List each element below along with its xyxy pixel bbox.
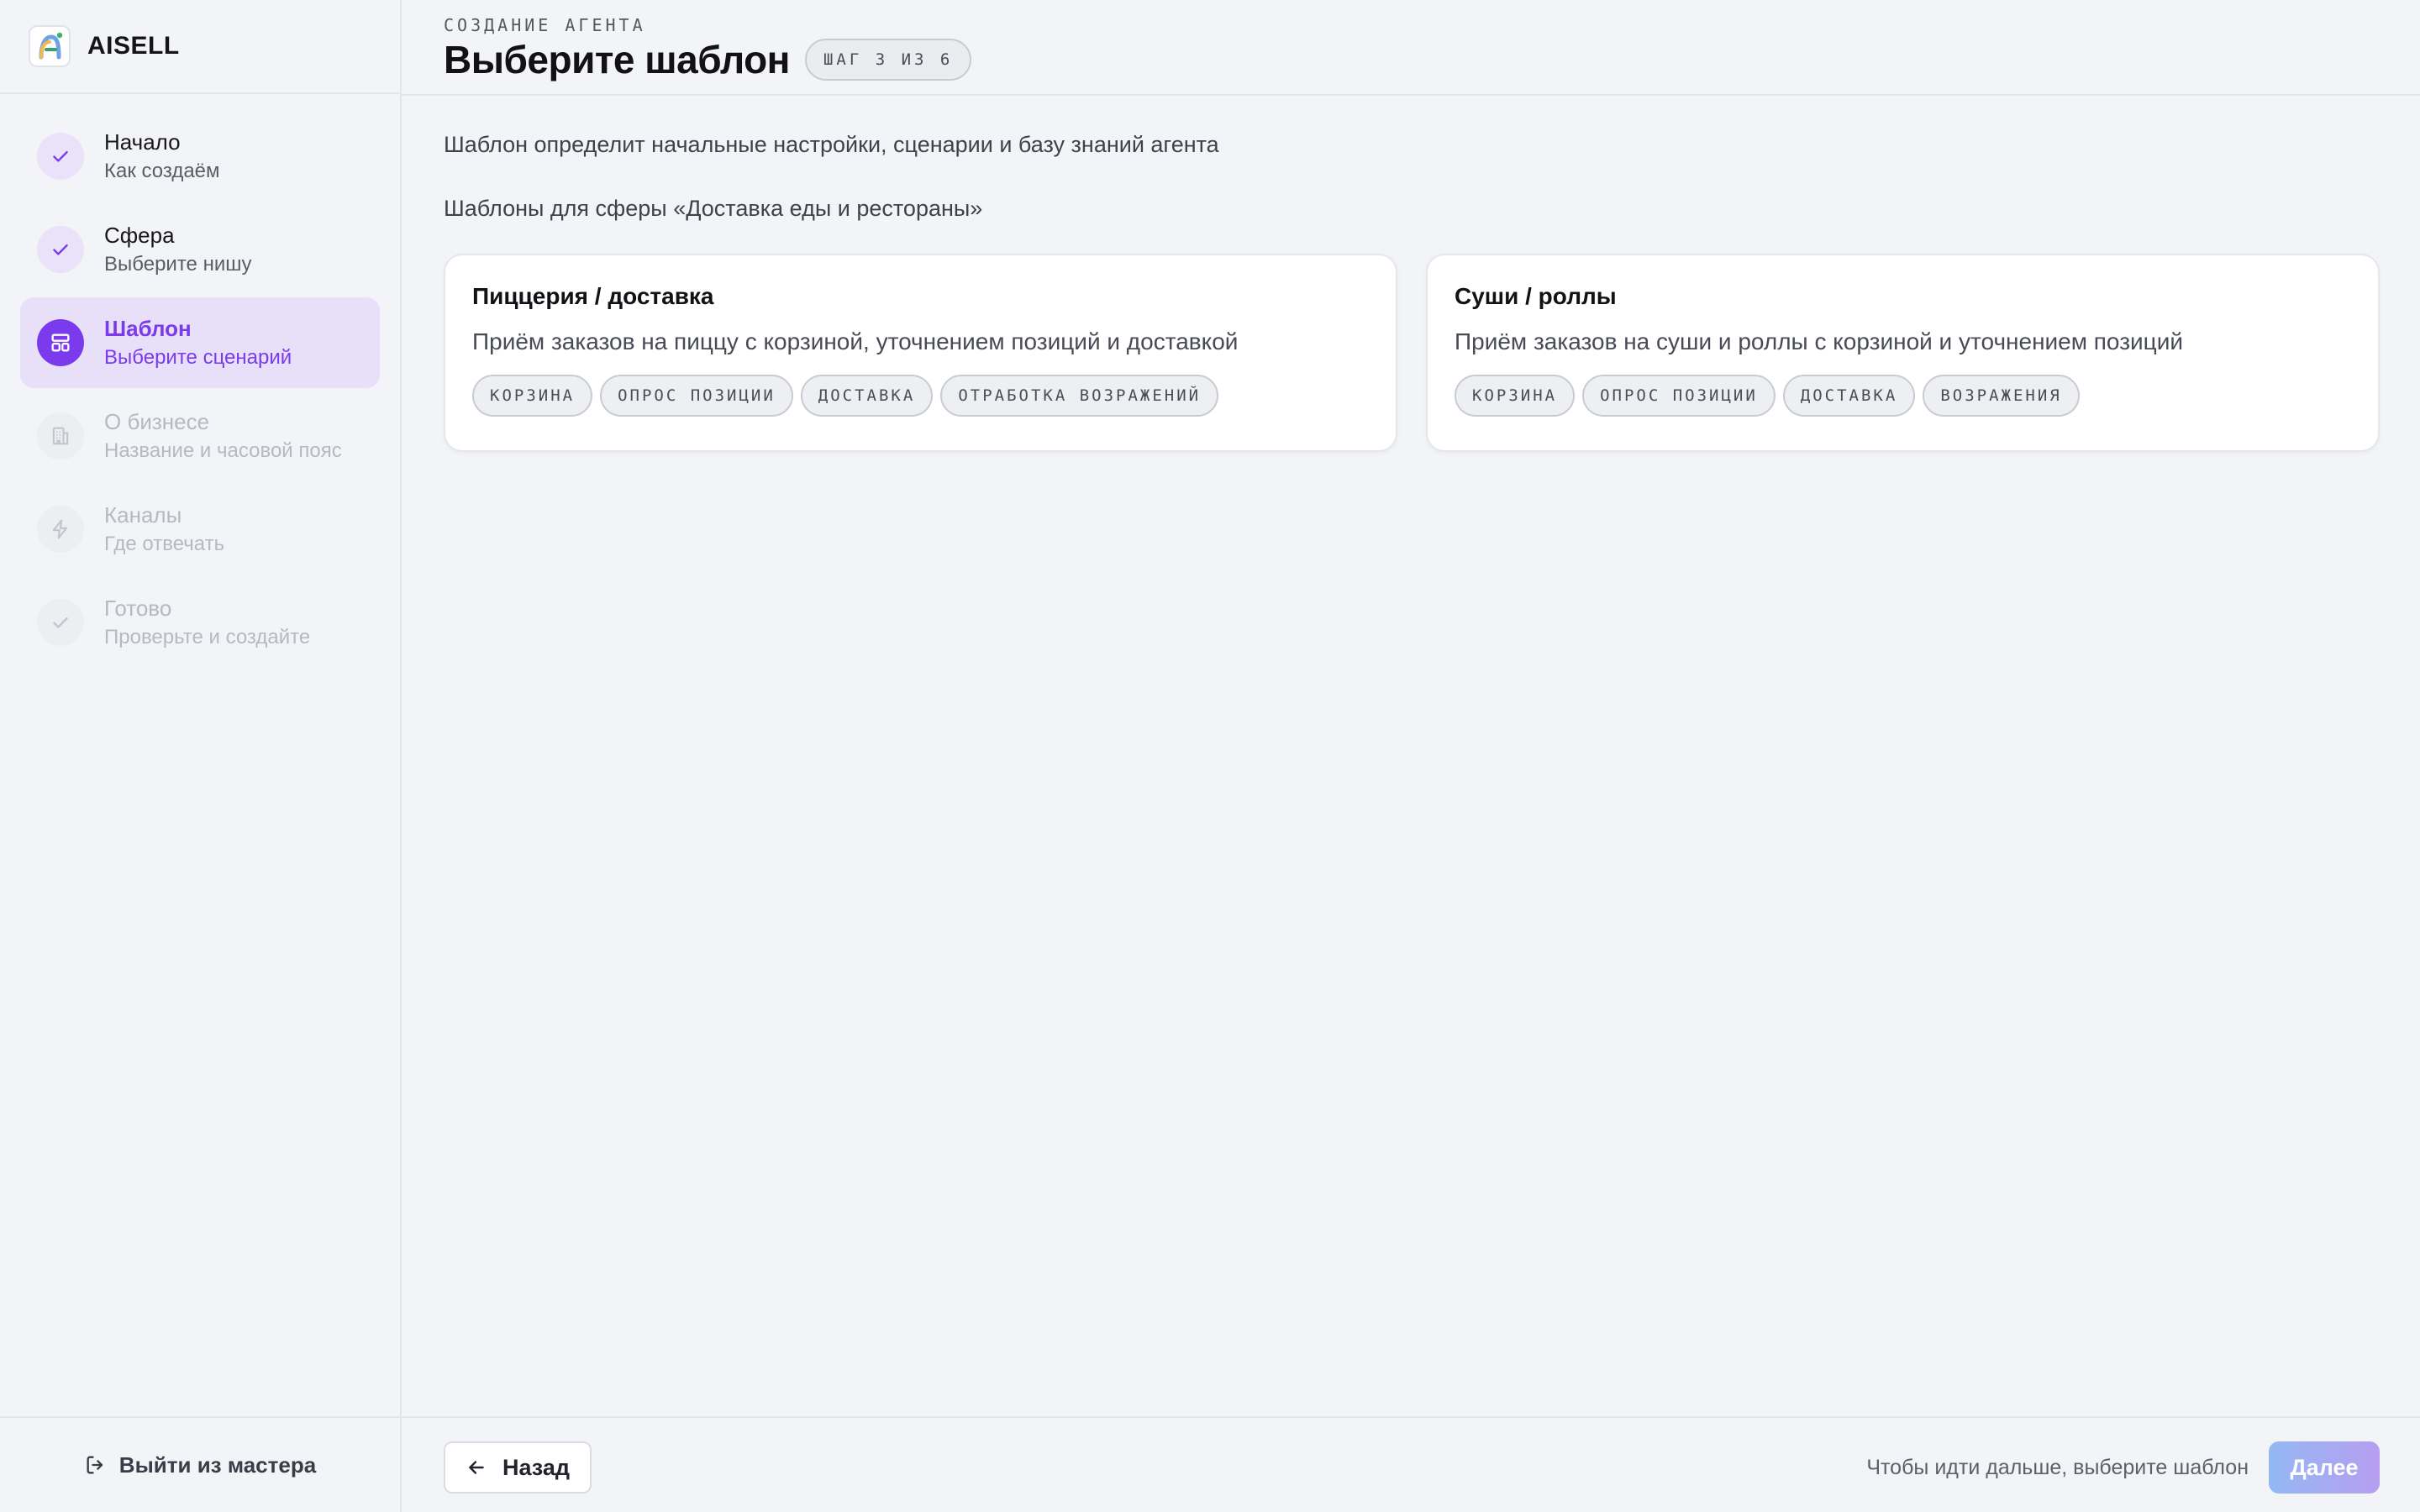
template-tag: КОРЗИНА xyxy=(472,375,593,417)
page-header: СОЗДАНИЕ АГЕНТА Выберите шаблон ШАГ 3 ИЗ… xyxy=(402,0,2420,96)
step-sphere[interactable]: Сфера Выберите нишу xyxy=(20,204,380,295)
template-tag: ОПРОС ПОЗИЦИИ xyxy=(600,375,793,417)
step-subtitle: Выберите нишу xyxy=(104,253,252,276)
arrow-left-icon xyxy=(469,1461,484,1474)
template-icon xyxy=(37,319,84,366)
step-title: О бизнесе xyxy=(104,409,210,434)
back-button-label: Назад xyxy=(502,1454,571,1480)
step-done: Готово Проверьте и создайте xyxy=(20,577,380,668)
wizard-footer: Назад Чтобы идти дальше, выберите шаблон… xyxy=(402,1416,2420,1512)
back-button[interactable]: Назад xyxy=(444,1441,592,1494)
step-title: Начало xyxy=(104,129,181,155)
logout-icon xyxy=(87,1456,103,1474)
check-icon xyxy=(37,599,84,646)
template-selection: Шаблон определит начальные настройки, сц… xyxy=(444,96,2380,452)
building-icon xyxy=(37,412,84,459)
template-card-description: Приём заказов на суши и роллы с корзиной… xyxy=(1455,328,2183,354)
template-tag: ОПРОС ПОЗИЦИИ xyxy=(1582,375,1776,417)
template-tag: ВОЗРАЖЕНИЯ xyxy=(1923,375,2080,417)
step-counter-badge: ШАГ 3 ИЗ 6 xyxy=(804,39,972,81)
step-title: Сфера xyxy=(104,223,175,248)
template-tag: ОТРАБОТКА ВОЗРАЖЕНИЙ xyxy=(940,375,1219,417)
brand-name: AISELL xyxy=(87,32,180,60)
template-card-description: Приём заказов на пиццу с корзиной, уточн… xyxy=(472,328,1239,354)
step-title: Готово xyxy=(104,596,172,621)
wizard-steps: Начало Как создаём Сфера Выберите нишу Ш… xyxy=(0,94,400,668)
page-eyebrow: СОЗДАНИЕ АГЕНТА xyxy=(444,15,646,35)
step-subtitle: Проверьте и создайте xyxy=(104,626,311,648)
step-subtitle: Выберите сценарий xyxy=(104,346,292,369)
sphere-label: Шаблоны для сферы «Доставка еды и рестор… xyxy=(444,196,983,221)
wizard-sidebar: AISELL Начало Как создаём Сфера Выберите… xyxy=(0,0,402,1512)
step-business: О бизнесе Название и часовой пояс xyxy=(20,391,380,481)
brand: AISELL xyxy=(0,0,400,94)
template-card-title: Суши / роллы xyxy=(1455,283,1617,309)
step-template[interactable]: Шаблон Выберите сценарий xyxy=(20,297,380,388)
page-description: Шаблон определит начальные настройки, сц… xyxy=(444,132,1219,157)
page-title: Выберите шаблон xyxy=(444,38,790,81)
check-icon xyxy=(37,226,84,273)
step-title: Шаблон xyxy=(104,316,192,341)
template-card-tags: КОРЗИНА ОПРОС ПОЗИЦИИ ДОСТАВКА ОТРАБОТКА… xyxy=(472,375,1369,417)
next-button[interactable]: Далее xyxy=(2269,1441,2380,1494)
template-card-pizzeria[interactable]: Пиццерия / доставка Приём заказов на пиц… xyxy=(444,254,1397,452)
template-tag: ДОСТАВКА xyxy=(800,375,934,417)
template-tag: ДОСТАВКА xyxy=(1782,375,1916,417)
step-title: Каналы xyxy=(104,502,182,528)
template-cards: Пиццерия / доставка Приём заказов на пиц… xyxy=(444,254,2380,452)
step-subtitle: Как создаём xyxy=(104,160,220,182)
lightning-icon xyxy=(37,506,84,553)
exit-wizard-label: Выйти из мастера xyxy=(118,1452,317,1478)
check-icon xyxy=(37,133,84,180)
step-start[interactable]: Начало Как создаём xyxy=(20,111,380,202)
step-channels: Каналы Где отвечать xyxy=(20,484,380,575)
template-tag: КОРЗИНА xyxy=(1455,375,1576,417)
template-card-tags: КОРЗИНА ОПРОС ПОЗИЦИИ ДОСТАВКА ВОЗРАЖЕНИ… xyxy=(1455,375,2351,417)
template-card-title: Пиццерия / доставка xyxy=(472,283,714,309)
step-subtitle: Где отвечать xyxy=(104,533,225,555)
exit-wizard-button[interactable]: Выйти из мастера xyxy=(0,1416,400,1512)
template-card-sushi[interactable]: Суши / роллы Приём заказов на суши и рол… xyxy=(1426,254,2380,452)
next-step-hint: Чтобы идти дальше, выберите шаблон xyxy=(1866,1455,2249,1479)
aisell-logo-icon xyxy=(29,25,71,67)
step-subtitle: Название и часовой пояс xyxy=(104,439,342,462)
